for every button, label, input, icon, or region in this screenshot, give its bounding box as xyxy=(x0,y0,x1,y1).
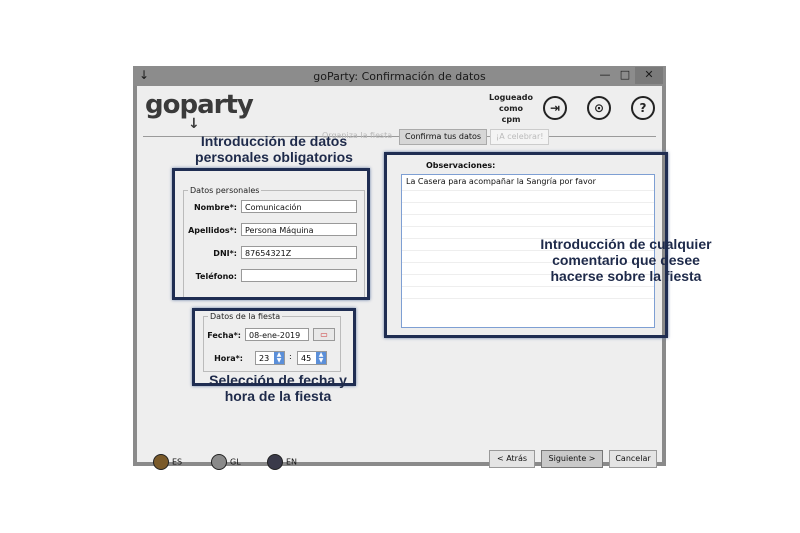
maximize-button[interactable]: □ xyxy=(615,67,635,84)
minimize-button[interactable]: — xyxy=(595,67,615,84)
annotation-fecha-line1: Selección de fecha y xyxy=(209,372,347,388)
logo-arrow-icon: ↓ xyxy=(188,116,200,132)
lang-es[interactable]: ES xyxy=(153,454,182,470)
annotation-obs-line2: comentario que desee xyxy=(552,252,700,268)
goparty-logo: goparty ↓ xyxy=(145,90,254,132)
user-status-line1: Logueado xyxy=(488,93,534,102)
spain-flag-icon xyxy=(153,454,169,470)
annotation-obs-line1: Introducción de cualquier xyxy=(540,236,712,252)
back-button[interactable]: < Atrás xyxy=(489,450,535,468)
logout-icon[interactable]: ⇥ xyxy=(543,96,567,120)
window-title: goParty: Confirmación de datos xyxy=(313,70,486,83)
lang-es-label: ES xyxy=(172,457,183,467)
personal-data-highlight xyxy=(172,168,370,300)
help-icon[interactable]: ? xyxy=(631,96,655,120)
close-window-button[interactable]: ✕ xyxy=(635,67,663,84)
lang-gl-label: GL xyxy=(230,457,241,467)
annotation-observaciones: Introducción de cualquier comentario que… xyxy=(516,236,736,284)
user-status-line3: cpm xyxy=(501,115,521,124)
annotation-obs-line3: hacerse sobre la fiesta xyxy=(550,268,702,284)
user-status: Logueado como cpm xyxy=(485,92,537,125)
cart-icon[interactable]: ⊙ xyxy=(587,96,611,120)
galicia-flag-icon xyxy=(211,454,227,470)
lang-en[interactable]: EN xyxy=(267,454,297,470)
uk-flag-icon xyxy=(267,454,283,470)
lang-en-label: EN xyxy=(286,457,298,467)
next-button[interactable]: Siguiente > xyxy=(541,450,603,468)
title-bar: ↓ goParty: Confirmación de datos — □ ✕ xyxy=(133,66,666,86)
tab-celebrar[interactable]: ¡A celebrar! xyxy=(490,129,550,145)
lang-gl[interactable]: GL xyxy=(211,454,241,470)
tab-confirma[interactable]: Confirma tus datos xyxy=(399,129,488,145)
annotation-fecha-line2: hora de la fiesta xyxy=(224,388,332,404)
user-status-line2: como xyxy=(498,104,524,113)
annotation-personal-line1: Introducción de datos xyxy=(200,133,348,149)
annotation-fecha: Selección de fecha y hora de la fiesta xyxy=(180,372,376,404)
cancel-button[interactable]: Cancelar xyxy=(609,450,657,468)
annotation-personal: Introducción de datos personales obligat… xyxy=(168,133,380,165)
annotation-personal-line2: personales obligatorios xyxy=(195,149,353,165)
logo-text: goparty xyxy=(145,90,254,120)
